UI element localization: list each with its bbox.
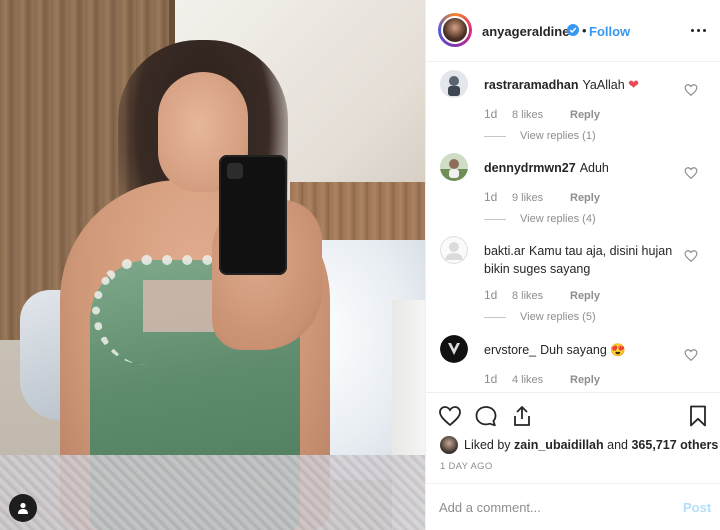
comment-body: Aduh xyxy=(579,161,609,175)
smartphone xyxy=(219,155,287,275)
author-avatar[interactable] xyxy=(438,13,472,47)
bookmark-icon[interactable] xyxy=(686,404,710,428)
comments-list[interactable]: rastraramadhan YaAllah ❤ 1d 8 likes Reply… xyxy=(426,62,720,392)
commenter-avatar[interactable] xyxy=(440,153,468,181)
commenter-avatar-placeholder[interactable] xyxy=(440,236,468,264)
like-heart-icon[interactable] xyxy=(684,83,698,97)
comment-meta: 1d 9 likes Reply xyxy=(484,190,600,204)
avatar-photo xyxy=(440,153,468,181)
comment-icon[interactable] xyxy=(474,404,498,428)
replies-divider-line xyxy=(484,218,506,220)
comment-meta: 1d 8 likes Reply xyxy=(484,107,600,121)
comment-body: Duh sayang xyxy=(540,343,607,357)
commenter-avatar[interactable] xyxy=(440,70,468,98)
like-heart-icon[interactable] xyxy=(684,249,698,263)
checkmark-icon xyxy=(569,27,577,33)
comment-time: 1d xyxy=(484,107,498,121)
more-options-icon[interactable] xyxy=(688,22,708,38)
red-heart-emoji: ❤ xyxy=(628,77,640,92)
verified-badge-icon xyxy=(567,24,579,36)
follow-button[interactable]: Follow xyxy=(589,24,630,39)
add-comment-bar: Post xyxy=(426,483,720,530)
liker-username[interactable]: zain_ubaidillah xyxy=(514,438,604,452)
view-replies-button[interactable]: View replies (4) xyxy=(484,213,596,225)
likes-summary[interactable]: Liked by zain_ubaidillah and 365,717 oth… xyxy=(440,436,718,454)
view-replies-label: View replies (5) xyxy=(520,311,596,323)
author-username[interactable]: anyageraldine xyxy=(482,24,569,39)
view-replies-button[interactable]: View replies (1) xyxy=(484,130,596,142)
tagged-user-icon[interactable] xyxy=(9,494,37,522)
comment-likes[interactable]: 9 likes xyxy=(512,192,570,204)
rug xyxy=(0,455,425,530)
comment-text: bakti.ar Kamu tau aja, disini hujan bikin… xyxy=(484,242,684,278)
comment-time: 1d xyxy=(484,288,498,302)
like-heart-icon[interactable] xyxy=(684,166,698,180)
reply-button[interactable]: Reply xyxy=(570,290,600,302)
author-avatar-photo xyxy=(441,16,469,44)
phone-camera xyxy=(227,163,243,179)
commenter-username[interactable]: rastraramadhan xyxy=(484,78,579,92)
avatar-photo xyxy=(440,335,468,363)
view-replies-label: View replies (4) xyxy=(520,213,596,225)
view-replies-label: View replies (1) xyxy=(520,130,596,142)
heart-eyes-emoji: 😍 xyxy=(610,343,626,357)
comment-likes[interactable]: 4 likes xyxy=(512,374,570,386)
comment-time: 1d xyxy=(484,190,498,204)
comment-text: ervstore_ Duh sayang 😍 xyxy=(484,341,684,359)
commenter-username[interactable]: bakti.ar xyxy=(484,244,525,258)
post-photo[interactable] xyxy=(0,0,425,530)
comment-likes[interactable]: 8 likes xyxy=(512,290,570,302)
commenter-avatar[interactable] xyxy=(440,335,468,363)
like-heart-icon[interactable] xyxy=(684,348,698,362)
avatar-photo xyxy=(440,70,468,98)
replies-divider-line xyxy=(484,316,506,318)
default-avatar-icon xyxy=(440,236,468,264)
post-button[interactable]: Post xyxy=(683,500,711,515)
view-replies-button[interactable]: View replies (5) xyxy=(484,311,596,323)
separator-dot: • xyxy=(582,23,587,38)
likes-count[interactable]: 365,717 others xyxy=(631,438,718,452)
post-header: anyageraldine • Follow xyxy=(426,0,720,62)
liked-by-prefix: Liked by xyxy=(464,438,511,452)
like-icon[interactable] xyxy=(438,404,462,428)
liked-by-and: and xyxy=(607,438,628,452)
comment-meta: 1d 8 likes Reply xyxy=(484,288,600,302)
comment-time: 1d xyxy=(484,372,498,386)
replies-divider-line xyxy=(484,135,506,137)
reply-button[interactable]: Reply xyxy=(570,374,600,386)
commenter-username[interactable]: dennydrmwn27 xyxy=(484,161,576,175)
comment-text: rastraramadhan YaAllah ❤ xyxy=(484,76,684,94)
share-icon[interactable] xyxy=(510,404,534,428)
comment-body: YaAllah xyxy=(582,78,625,92)
person-icon xyxy=(18,502,28,514)
liker-avatar xyxy=(440,436,458,454)
comment-likes[interactable]: 8 likes xyxy=(512,109,570,121)
reply-button[interactable]: Reply xyxy=(570,192,600,204)
post-side-panel: anyageraldine • Follow rastraramadhan YaA… xyxy=(425,0,720,530)
commenter-username[interactable]: ervstore_ xyxy=(484,343,536,357)
comment-text: dennydrmwn27 Aduh xyxy=(484,159,684,177)
post-timestamp: 1 DAY AGO xyxy=(440,461,493,472)
reply-button[interactable]: Reply xyxy=(570,109,600,121)
comment-input[interactable] xyxy=(439,497,669,517)
comment-meta: 1d 4 likes Reply xyxy=(484,372,600,386)
